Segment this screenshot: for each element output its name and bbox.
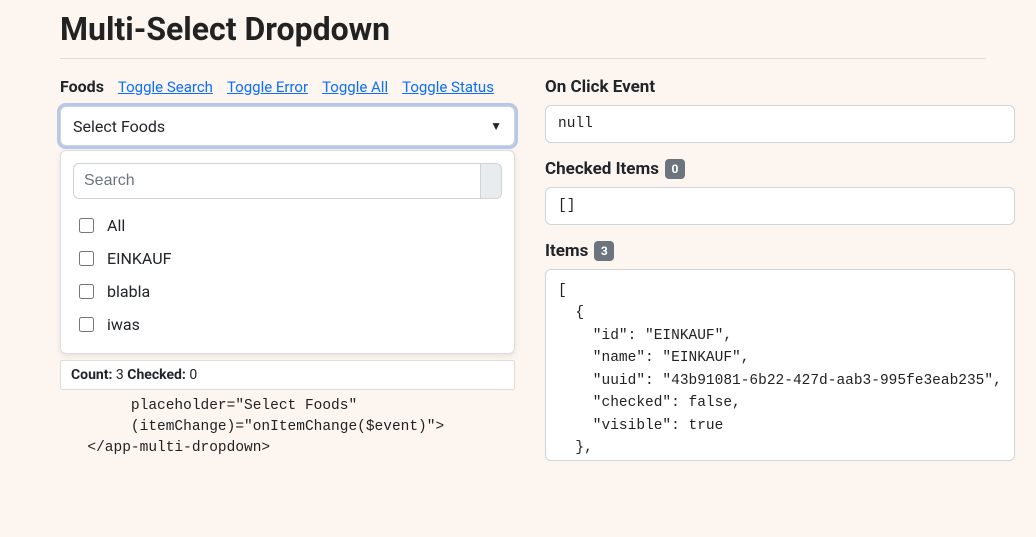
- toggle-error-link[interactable]: Toggle Error: [227, 78, 308, 96]
- checked-items-label: Checked Items 0: [545, 159, 1015, 179]
- items-badge: 3: [594, 241, 614, 261]
- page-title: Multi-Select Dropdown: [60, 10, 986, 48]
- option-all[interactable]: All: [73, 209, 502, 242]
- checked-label: Checked:: [127, 367, 186, 383]
- option-label: iwas: [107, 315, 140, 334]
- count-label: Count:: [71, 367, 112, 383]
- caret-down-icon: ▼: [490, 119, 502, 133]
- dropdown-placeholder: Select Foods: [73, 117, 165, 136]
- option-item[interactable]: EINKAUF: [73, 242, 502, 275]
- search-addon: [480, 163, 502, 199]
- option-item[interactable]: blabla: [73, 275, 502, 308]
- option-label: blabla: [107, 282, 150, 301]
- option-item[interactable]: iwas: [73, 308, 502, 341]
- items-json[interactable]: [ { "id": "EINKAUF", "name": "EINKAUF", …: [545, 269, 1015, 461]
- click-event-value: null: [545, 105, 1015, 143]
- checked-items-value: []: [545, 187, 1015, 225]
- count-value: 3: [116, 367, 124, 383]
- toggle-all-link[interactable]: Toggle All: [322, 78, 388, 96]
- toggle-status-link[interactable]: Toggle Status: [402, 78, 494, 96]
- dropdown-toggle-button[interactable]: Select Foods ▼: [60, 106, 515, 146]
- code-snippet: placeholder="Select Foods" (itemChange)=…: [60, 390, 515, 465]
- foods-label: Foods: [60, 77, 104, 96]
- divider: [60, 58, 986, 59]
- checkbox-all[interactable]: [79, 218, 94, 233]
- checkbox-item[interactable]: [79, 251, 94, 266]
- checked-value: 0: [189, 367, 197, 383]
- foods-label-row: Foods Toggle Search Toggle Error Toggle …: [60, 77, 515, 96]
- checkbox-item[interactable]: [79, 317, 94, 332]
- toggle-search-link[interactable]: Toggle Search: [118, 78, 213, 96]
- search-input[interactable]: [73, 163, 480, 199]
- option-label: All: [107, 216, 125, 235]
- items-label: Items 3: [545, 241, 1015, 261]
- checkbox-item[interactable]: [79, 284, 94, 299]
- click-event-label: On Click Event: [545, 77, 1015, 97]
- option-label: EINKAUF: [107, 249, 171, 268]
- status-bar: Count: 3 Checked: 0: [60, 360, 515, 390]
- checked-items-badge: 0: [665, 159, 685, 179]
- dropdown-panel: All EINKAUF blabla iwas: [60, 150, 515, 354]
